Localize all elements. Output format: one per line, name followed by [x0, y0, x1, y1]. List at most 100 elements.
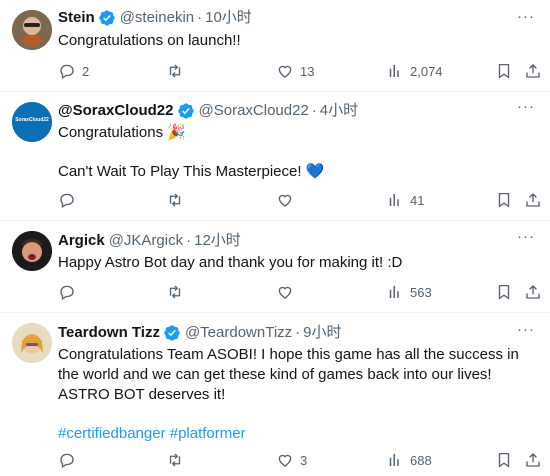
reply-card[interactable]: Argick @JKArgick · 12小时 ··· Happy Astro …: [0, 221, 550, 313]
reply-button[interactable]: [58, 190, 82, 210]
share-button[interactable]: [524, 450, 542, 470]
reply-header: Argick @JKArgick · 12小时: [58, 231, 241, 251]
timestamp[interactable]: 10小时: [205, 8, 252, 28]
user-name[interactable]: Teardown Tizz: [58, 323, 160, 343]
separator-dot: ·: [295, 324, 301, 341]
repost-button[interactable]: [166, 282, 190, 302]
reply-icon: [60, 285, 74, 300]
reply-text: Congratulations 🎉 Can't Wait To Play Thi…: [58, 123, 528, 182]
reply-text: Congratulations on launch!!: [58, 31, 528, 51]
reply-text-line: Can't Wait To Play This Masterpiece! 💙: [58, 163, 325, 180]
action-bar: 41: [58, 190, 540, 210]
repost-icon: [169, 285, 181, 299]
more-options-icon[interactable]: ···: [516, 322, 536, 343]
views-button[interactable]: 41: [386, 190, 424, 210]
verified-badge-icon: [163, 324, 181, 342]
reply-header: Teardown Tizz @TeardownTizz · 9小时: [58, 323, 342, 343]
view-count: 688: [410, 452, 432, 468]
repost-button[interactable]: [166, 190, 190, 210]
bookmark-button[interactable]: [495, 282, 513, 302]
reply-text: Congratulations Team ASOBI! I hope this …: [58, 345, 533, 444]
user-name[interactable]: @SoraxCloud22: [58, 101, 174, 121]
views-icon: [389, 454, 399, 466]
avatar[interactable]: [12, 10, 52, 50]
like-button[interactable]: [276, 282, 300, 302]
separator-dot: ·: [311, 102, 317, 119]
reply-button[interactable]: 2: [58, 61, 89, 81]
more-options-icon[interactable]: ···: [516, 9, 536, 30]
repost-button[interactable]: [166, 450, 190, 470]
reply-button[interactable]: [58, 282, 82, 302]
bookmark-icon: [498, 63, 510, 79]
bookmark-button[interactable]: [495, 61, 513, 81]
share-button[interactable]: [524, 282, 542, 302]
views-icon: [389, 65, 399, 77]
repost-button[interactable]: [166, 61, 190, 81]
user-name[interactable]: Stein: [58, 8, 95, 28]
bookmark-button[interactable]: [495, 450, 513, 470]
views-button[interactable]: 563: [386, 282, 432, 302]
heart-icon: [278, 65, 292, 78]
view-count: 2,074: [410, 63, 443, 79]
heart-icon: [278, 454, 292, 467]
reply-text-line: Congratulations 🎉: [58, 124, 186, 141]
reply-header: Stein @steinekin · 10小时: [58, 8, 252, 28]
bookmark-icon: [498, 284, 510, 300]
user-handle[interactable]: @SoraxCloud22: [199, 101, 309, 121]
share-icon: [526, 64, 540, 78]
heart-icon: [278, 194, 292, 207]
views-icon: [389, 286, 399, 298]
user-handle[interactable]: @JKArgick: [109, 231, 183, 251]
reply-card[interactable]: SoraxCloud22 @SoraxCloud22 @SoraxCloud22…: [0, 92, 550, 221]
repost-icon: [169, 64, 181, 78]
bookmark-icon: [498, 192, 510, 208]
reply-text-line: Happy Astro Bot day and thank you for ma…: [58, 254, 403, 271]
like-count: 3: [300, 452, 308, 468]
user-handle[interactable]: @TeardownTizz: [185, 323, 292, 343]
views-button[interactable]: 2,074: [386, 61, 443, 81]
like-button[interactable]: 3: [276, 450, 307, 470]
share-button[interactable]: [524, 61, 542, 81]
verified-badge-icon: [177, 102, 195, 120]
action-bar: 2 13 2,074: [58, 61, 540, 81]
timestamp[interactable]: 4小时: [320, 101, 358, 121]
view-count: 41: [410, 192, 425, 208]
like-button[interactable]: [276, 190, 300, 210]
verified-badge-icon: [98, 9, 116, 27]
reply-card[interactable]: Stein @steinekin · 10小时 ··· Congratulati…: [0, 0, 550, 92]
user-handle[interactable]: @steinekin: [120, 8, 194, 28]
like-count: 13: [300, 63, 315, 79]
repost-icon: [169, 193, 181, 207]
separator-dot: ·: [186, 232, 192, 249]
more-options-icon[interactable]: ···: [516, 229, 536, 250]
share-icon: [526, 453, 540, 467]
repost-icon: [169, 453, 181, 467]
hashtag-links[interactable]: #certifiedbanger #platformer: [58, 424, 533, 444]
avatar[interactable]: [12, 323, 52, 363]
heart-icon: [278, 286, 292, 299]
avatar[interactable]: SoraxCloud22: [12, 102, 52, 142]
reply-header: @SoraxCloud22 @SoraxCloud22 · 4小时: [58, 101, 358, 121]
reply-text-line: Congratulations Team ASOBI! I hope this …: [58, 346, 519, 403]
share-button[interactable]: [524, 190, 542, 210]
timestamp[interactable]: 12小时: [194, 231, 241, 251]
reply-card[interactable]: Teardown Tizz @TeardownTizz · 9小时 ··· Co…: [0, 313, 550, 476]
bookmark-icon: [498, 452, 510, 468]
avatar-logo-text: SoraxCloud22: [15, 117, 49, 123]
action-bar: 3 688: [58, 450, 540, 470]
views-icon: [389, 194, 399, 206]
more-options-icon[interactable]: ···: [516, 99, 536, 120]
reply-button[interactable]: [58, 450, 82, 470]
share-icon: [526, 285, 540, 299]
bookmark-button[interactable]: [495, 190, 513, 210]
reply-icon: [60, 64, 74, 79]
views-button[interactable]: 688: [386, 450, 432, 470]
reply-count: 2: [82, 63, 90, 79]
reply-text-line: Congratulations on launch!!: [58, 32, 241, 49]
user-name[interactable]: Argick: [58, 231, 105, 251]
avatar[interactable]: [12, 231, 52, 271]
like-button[interactable]: 13: [276, 61, 314, 81]
separator-dot: ·: [197, 9, 203, 26]
share-icon: [526, 193, 540, 207]
timestamp[interactable]: 9小时: [303, 323, 341, 343]
